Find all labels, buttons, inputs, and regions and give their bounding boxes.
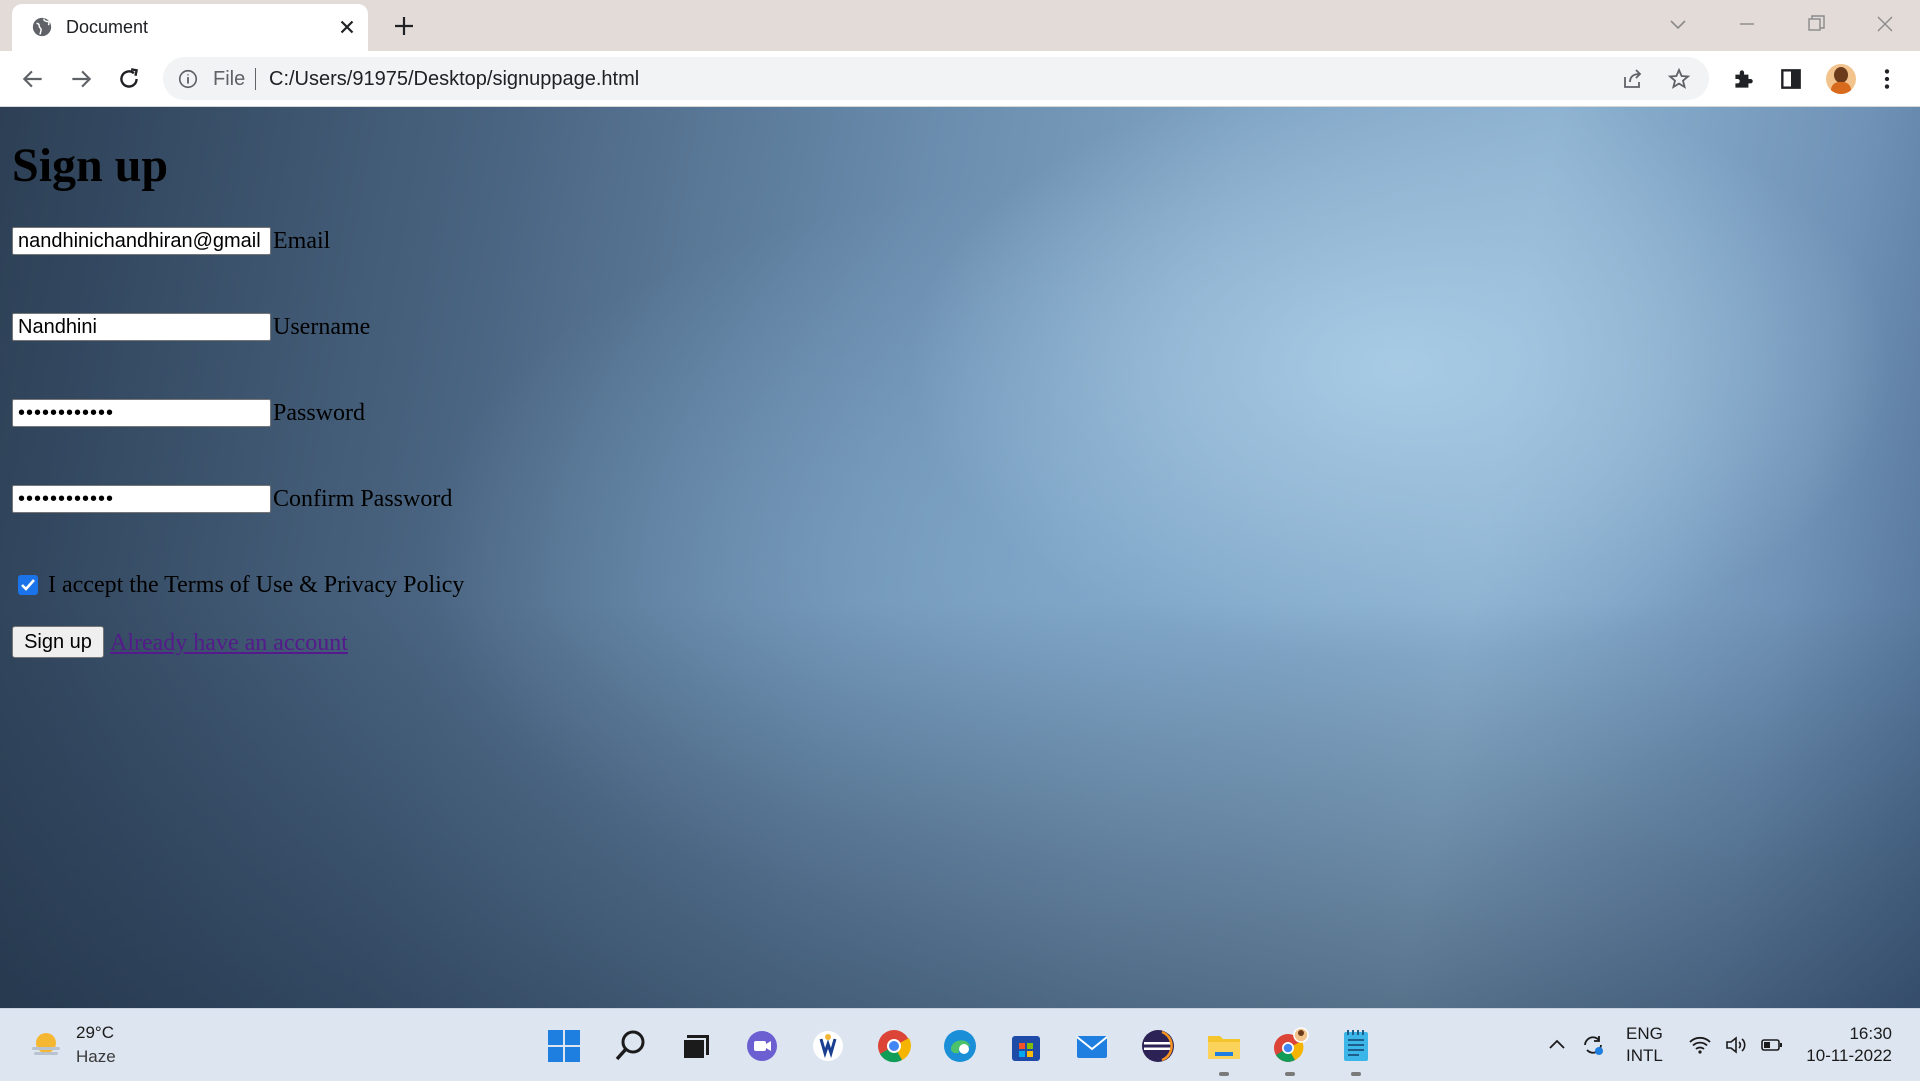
clock-time: 16:30 — [1849, 1024, 1892, 1043]
password-field[interactable] — [12, 399, 271, 427]
extensions-puzzle-icon[interactable] — [1730, 66, 1756, 92]
wifi-icon[interactable] — [1688, 1033, 1712, 1057]
confirm-password-label: Confirm Password — [273, 486, 453, 512]
vpn-app-icon[interactable] — [809, 1027, 847, 1065]
email-label: Email — [273, 228, 331, 254]
battery-icon[interactable] — [1760, 1033, 1784, 1057]
windows-taskbar: 29°C Haze ENG INTL 16:30 10-11-2022 — [0, 1008, 1920, 1081]
haze-weather-icon[interactable] — [28, 1027, 64, 1063]
reload-icon[interactable] — [116, 66, 142, 92]
notepad-icon[interactable] — [1337, 1027, 1375, 1065]
password-label: Password — [273, 400, 366, 426]
search-icon[interactable] — [612, 1027, 650, 1065]
checkmark-icon — [21, 579, 35, 591]
task-view-icon[interactable] — [677, 1027, 715, 1065]
username-field[interactable] — [12, 313, 271, 341]
minimize-icon[interactable] — [1735, 12, 1759, 36]
system-clock[interactable]: 16:30 10-11-2022 — [1800, 1023, 1892, 1067]
restore-icon[interactable] — [1804, 12, 1828, 36]
tab-search-chevron-icon[interactable] — [1666, 12, 1690, 36]
profile-avatar[interactable] — [1826, 64, 1856, 94]
weather-condition[interactable]: Haze — [76, 1047, 116, 1067]
language-code: ENG — [1626, 1024, 1663, 1043]
store-icon[interactable] — [1007, 1027, 1045, 1065]
edge-icon[interactable] — [941, 1027, 979, 1065]
chrome-running-indicator — [1285, 1072, 1295, 1076]
address-bar[interactable]: File C:/Users/91975/Desktop/signuppage.h… — [163, 57, 1709, 100]
page-title: Sign up — [12, 139, 169, 192]
file-explorer-running-indicator — [1219, 1072, 1229, 1076]
page-viewport: Sign up Email Username Password Confirm … — [0, 107, 1920, 1008]
side-panel-icon[interactable] — [1778, 66, 1804, 92]
username-label: Username — [273, 314, 371, 340]
notepad-running-indicator — [1351, 1072, 1361, 1076]
chrome-icon[interactable] — [875, 1027, 913, 1065]
file-explorer-icon[interactable] — [1205, 1027, 1243, 1065]
close-window-icon[interactable] — [1873, 12, 1897, 36]
volume-icon[interactable] — [1724, 1033, 1748, 1057]
browser-tab[interactable]: Document — [12, 4, 368, 51]
forward-arrow-icon[interactable] — [68, 66, 94, 92]
email-field[interactable] — [12, 227, 271, 255]
bookmark-star-icon[interactable] — [1667, 67, 1691, 91]
address-scheme: File — [213, 68, 246, 90]
more-menu-icon[interactable] — [1874, 66, 1900, 92]
sync-icon[interactable] — [1581, 1033, 1605, 1057]
new-tab-icon[interactable] — [392, 14, 416, 38]
language-indicator[interactable]: ENG INTL — [1626, 1023, 1663, 1067]
clock-date: 10-11-2022 — [1806, 1046, 1892, 1065]
chevron-up-icon[interactable] — [1545, 1033, 1569, 1057]
info-icon[interactable] — [177, 68, 199, 90]
eclipse-icon[interactable] — [1139, 1027, 1177, 1065]
terms-checkbox[interactable] — [18, 575, 38, 595]
teams-chat-icon[interactable] — [743, 1027, 781, 1065]
tab-strip: Document — [0, 0, 1920, 51]
browser-toolbar: File C:/Users/91975/Desktop/signuppage.h… — [0, 51, 1920, 107]
signup-button[interactable]: Sign up — [12, 626, 104, 658]
login-link[interactable]: Already have an account — [110, 629, 348, 657]
address-separator — [255, 68, 256, 90]
close-tab-icon[interactable] — [336, 16, 358, 38]
chrome-profile-icon[interactable] — [1271, 1027, 1309, 1065]
back-arrow-icon[interactable] — [20, 66, 46, 92]
mail-icon[interactable] — [1073, 1027, 1111, 1065]
confirm-password-field[interactable] — [12, 485, 271, 513]
terms-label: I accept the Terms of Use & Privacy Poli… — [48, 572, 465, 598]
share-icon[interactable] — [1621, 67, 1645, 91]
windows-start-icon[interactable] — [545, 1027, 583, 1065]
globe-icon — [32, 17, 52, 37]
tab-title: Document — [66, 17, 149, 37]
address-url[interactable]: C:/Users/91975/Desktop/signuppage.html — [269, 68, 639, 90]
keyboard-layout: INTL — [1626, 1046, 1663, 1065]
weather-temperature[interactable]: 29°C — [76, 1023, 114, 1043]
